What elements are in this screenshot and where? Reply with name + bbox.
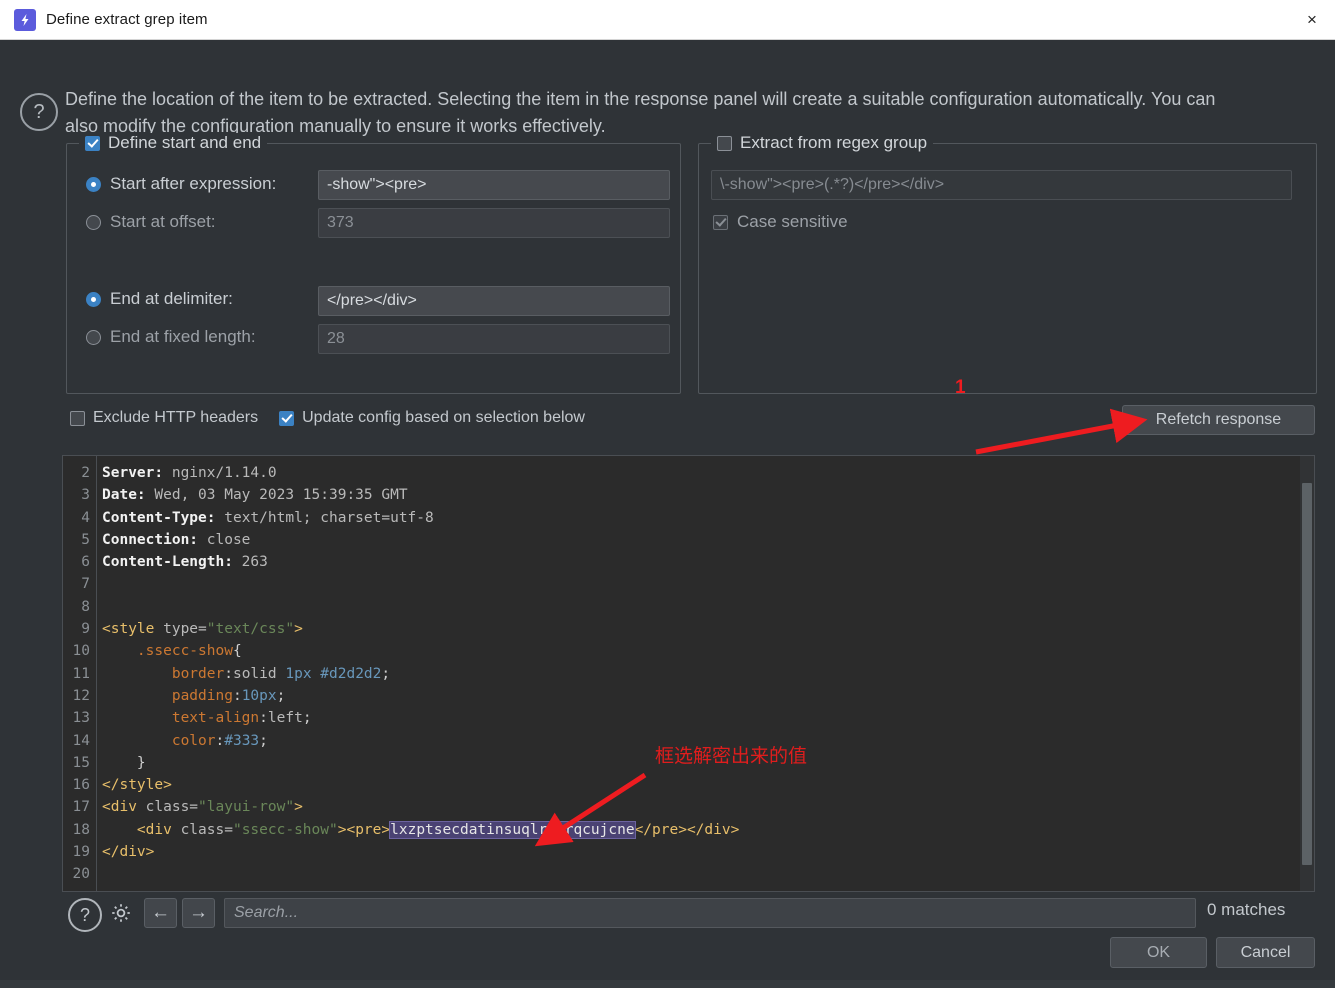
- line-number: 9: [81, 621, 90, 638]
- line-number: 8: [81, 598, 90, 615]
- line-number: 18: [72, 821, 90, 838]
- extract-from-regex-checkbox[interactable]: [717, 135, 732, 151]
- line-number: 5: [81, 531, 90, 548]
- forward-arrow-icon[interactable]: →: [182, 898, 215, 928]
- selected-extract-value[interactable]: lxzptsecdatinsuqlrcxrqcujcne: [389, 820, 636, 839]
- end-at-delimiter-radio[interactable]: [86, 291, 101, 307]
- response-scrollbar-thumb[interactable]: [1302, 483, 1312, 865]
- gear-icon[interactable]: [106, 898, 136, 928]
- cancel-button[interactable]: Cancel: [1216, 937, 1315, 968]
- line-number: 10: [72, 643, 90, 660]
- search-toolbar: ? ← → Search... 0 matches: [62, 892, 1315, 934]
- start-after-expression-input[interactable]: -show"><pre>: [318, 170, 670, 200]
- line-number: 14: [72, 732, 90, 749]
- line-number: 11: [72, 665, 90, 682]
- bottom-strip: [0, 980, 1335, 988]
- end-at-fixed-length-radio[interactable]: [86, 329, 101, 345]
- title-bar: Define extract grep item ×: [0, 0, 1335, 40]
- line-number-gutter: 2 3 4 5 6 7 8 9 10 11 12 13 14 15 16 17 18 19 20: [63, 456, 97, 891]
- line-number: 7: [81, 576, 90, 593]
- line-number: 15: [72, 754, 90, 771]
- dialog-define-extract-grep-item: Define extract grep item × ? Define the …: [0, 0, 1335, 988]
- group-extract-from-regex: Extract from regex group \-show"><pre>(.…: [698, 133, 1317, 394]
- description-block: ? Define the location of the item to be …: [0, 39, 1335, 136]
- regex-pattern-input[interactable]: \-show"><pre>(.*?)</pre></div>: [711, 170, 1292, 200]
- match-count-label: 0 matches: [1207, 900, 1286, 919]
- line-number: 13: [72, 710, 90, 727]
- start-after-expression-radio[interactable]: [86, 176, 101, 192]
- description-text: Define the location of the item to be ex…: [65, 89, 1216, 136]
- line-number: 16: [72, 777, 90, 794]
- radio-end-at-fixed-length[interactable]: End at fixed length:: [86, 327, 256, 347]
- case-sensitive-row[interactable]: Case sensitive: [713, 212, 848, 232]
- group-legend-define-start-and-end[interactable]: Define start and end: [79, 133, 268, 153]
- end-at-delimiter-label: End at delimiter:: [110, 289, 233, 308]
- arrow-to-refetch-button: [975, 408, 1148, 455]
- start-at-offset-radio[interactable]: [86, 214, 101, 230]
- start-at-offset-input[interactable]: 373: [318, 208, 670, 238]
- response-viewer[interactable]: 2 3 4 5 6 7 8 9 10 11 12 13 14 15 16 17 18 19 20 Ser…: [62, 455, 1315, 892]
- options-row: Exclude HTTP headers Update config based…: [70, 409, 585, 427]
- response-code-area[interactable]: Server: nginx/1.14.0 Date: Wed, 03 May 2…: [98, 456, 1300, 891]
- extract-from-regex-label: Extract from regex group: [740, 133, 928, 152]
- line-number: 20: [72, 866, 90, 883]
- help-icon[interactable]: ?: [68, 898, 102, 932]
- radio-end-at-delimiter[interactable]: End at delimiter:: [86, 289, 233, 309]
- search-input[interactable]: Search...: [224, 898, 1196, 928]
- close-icon[interactable]: ×: [1289, 0, 1335, 38]
- end-at-delimiter-input[interactable]: </pre></div>: [318, 286, 670, 316]
- window-title: Define extract grep item: [46, 11, 208, 28]
- refetch-response-button[interactable]: Refetch response: [1122, 405, 1315, 435]
- line-number: 12: [72, 687, 90, 704]
- radio-start-after-expression[interactable]: Start after expression:: [86, 174, 276, 194]
- group-define-start-and-end: Define start and end Start after express…: [66, 133, 681, 394]
- group-legend-extract-from-regex[interactable]: Extract from regex group: [711, 133, 934, 153]
- question-mark-icon: ?: [20, 93, 58, 131]
- update-config-label: Update config based on selection below: [302, 409, 585, 426]
- define-start-and-end-label: Define start and end: [108, 133, 262, 152]
- update-config-checkbox[interactable]: [279, 410, 295, 426]
- line-number: 2: [81, 465, 90, 481]
- case-sensitive-label: Case sensitive: [737, 212, 848, 231]
- exclude-http-headers-checkbox[interactable]: [70, 410, 85, 426]
- back-arrow-icon[interactable]: ←: [144, 898, 177, 928]
- radio-start-at-offset[interactable]: Start at offset:: [86, 212, 216, 232]
- start-at-offset-label: Start at offset:: [110, 212, 216, 231]
- line-number: 19: [72, 844, 90, 861]
- lightning-bolt-icon: [14, 8, 36, 31]
- line-number: 17: [72, 799, 90, 816]
- line-number: 6: [81, 554, 90, 571]
- ok-button[interactable]: OK: [1110, 937, 1207, 968]
- line-number: 4: [81, 509, 90, 526]
- end-at-fixed-length-input[interactable]: 28: [318, 324, 670, 354]
- end-at-fixed-length-label: End at fixed length:: [110, 327, 256, 346]
- case-sensitive-checkbox[interactable]: [713, 214, 728, 230]
- response-scrollbar[interactable]: [1300, 456, 1314, 891]
- line-number: 3: [81, 487, 90, 504]
- search-placeholder: Search...: [234, 904, 299, 921]
- define-start-and-end-checkbox[interactable]: [85, 135, 100, 151]
- start-after-expression-label: Start after expression:: [110, 174, 277, 193]
- response-code-text: Server: nginx/1.14.0 Date: Wed, 03 May 2…: [102, 465, 740, 861]
- exclude-http-headers-label: Exclude HTTP headers: [93, 409, 259, 426]
